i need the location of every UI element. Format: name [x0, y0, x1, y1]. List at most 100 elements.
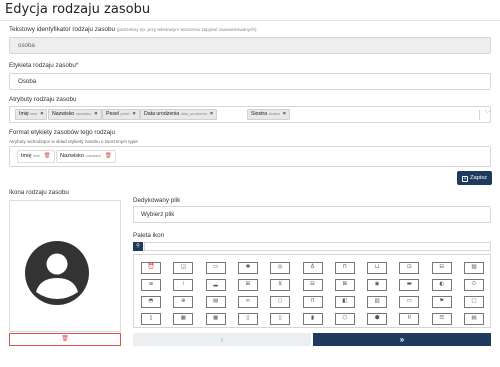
text-icon: ≡	[148, 281, 154, 288]
rectangle-icon: ▭	[212, 264, 219, 271]
calendar-icon: ▦	[212, 315, 219, 322]
storefront-icon: ⊓	[310, 298, 315, 305]
palette-cell-image-icon[interactable]: ▨	[464, 262, 484, 274]
printer-icon: ⊕	[180, 298, 186, 305]
chart-bars-icon: ▂	[213, 281, 218, 288]
palette-cell-battery-icon[interactable]: ▬	[399, 279, 420, 291]
palette-cell-eye-icon[interactable]: ◉	[367, 279, 388, 291]
search-icon[interactable]: ⚲	[133, 242, 143, 251]
palette-cell-monitor-icon[interactable]: ▢	[464, 296, 484, 308]
bracket-icon: ⌷	[407, 315, 412, 322]
palette-cell-layout-half-icon[interactable]: ◧	[334, 296, 355, 308]
pill-icon: ⬭	[471, 281, 477, 288]
prev-page-button[interactable]: ‹	[133, 333, 311, 346]
cart-icon: ⊻	[278, 281, 283, 288]
palette-cell-clipboard-icon[interactable]: ⊟	[431, 262, 452, 274]
palette-cell-shopping-bag-icon[interactable]: ⊓	[334, 262, 355, 274]
identifier-input[interactable]: osoba	[9, 37, 491, 54]
palette-cell-server-icon[interactable]: ▥	[367, 296, 388, 308]
lightbulb-icon: ♁	[310, 264, 315, 271]
palette-cell-film-icon[interactable]: ▦	[173, 313, 194, 325]
layout-half-icon: ◧	[342, 298, 348, 305]
palette-cell-lightbulb-icon[interactable]: ♁	[302, 262, 323, 274]
palette-cell-grid-icon[interactable]: ⊞	[237, 279, 258, 291]
palette-cell-alarm-clock-icon[interactable]: ⏰	[141, 262, 161, 274]
palette-cell-edit-square-icon[interactable]: ◲	[173, 262, 194, 274]
card-icon: ▭	[406, 298, 412, 305]
palette-cell-chart-bars-icon[interactable]: ▂	[205, 279, 226, 291]
header-divider	[0, 20, 500, 21]
palette-cell-printer-icon[interactable]: ⊕	[173, 296, 194, 308]
eye-icon: ◉	[374, 281, 380, 288]
attribute-tag-pesel: Pesel pesel ×	[102, 109, 140, 120]
palette-cell-sim-card-icon[interactable]: ▮	[302, 313, 323, 325]
attributes-multiselect[interactable]: Imię imie × Nazwisko nazwisko × Pesel pese…	[9, 106, 491, 123]
delete-icon-button[interactable]: 🗑	[9, 333, 121, 346]
remove-tag-icon[interactable]: ×	[283, 111, 286, 117]
palette-cell-lock-icon[interactable]: ⊡	[399, 262, 420, 274]
flag-icon: ⚑	[439, 298, 445, 305]
format-tag-nazwisko[interactable]: Nazwisko nazwisko 🗑	[56, 150, 116, 163]
identifier-hint: (potrzebny np. przy tekstowym tworzeniu …	[116, 27, 257, 32]
stack-icon: ☰	[439, 315, 445, 322]
palette-search-input[interactable]	[144, 242, 491, 251]
palette-cell-cash-icon[interactable]: ⊠	[334, 279, 355, 291]
palette-cell-book-icon[interactable]: ▯	[237, 313, 258, 325]
palette-cell-phone-icon[interactable]: ▯	[270, 313, 291, 325]
palette-cell-card-icon[interactable]: ▭	[399, 296, 420, 308]
page-title: Edycja rodzaju zasobu	[5, 2, 151, 17]
trash-icon[interactable]: 🗑	[105, 153, 112, 159]
display-label-input[interactable]: Osoba	[9, 73, 491, 90]
palette-cell-building-icon[interactable]: ▤	[205, 296, 226, 308]
save-button-label: Zapisz	[469, 175, 488, 181]
palette-cell-gamepad-icon[interactable]: ◓	[141, 296, 161, 308]
palette-cell-signal-icon[interactable]: ⁞	[173, 279, 194, 291]
remove-tag-icon[interactable]: ×	[210, 111, 213, 117]
palette-cell-briefcase-icon[interactable]: ⊟	[302, 279, 323, 291]
palette-cell-calendar-icon[interactable]: ▦	[205, 313, 226, 325]
battery-icon: ▬	[406, 281, 412, 288]
box-icon: ⬢	[374, 315, 380, 322]
attribute-tag-siostra: Siostra siostra ×	[247, 109, 291, 120]
remove-tag-icon[interactable]: ×	[133, 111, 136, 117]
remove-tag-icon[interactable]: ×	[40, 111, 43, 117]
palette-cell-bracket-icon[interactable]: ⌷	[399, 313, 420, 325]
palette-cell-stack-icon[interactable]: ☰	[431, 313, 452, 325]
palette-cell-box-icon[interactable]: ⬢	[367, 313, 388, 325]
attributes-label: Atrybuty rodzaju zasobu	[9, 96, 77, 103]
palette-cell-ring-icon[interactable]: ○	[270, 296, 291, 308]
trash-icon: 🗑	[61, 336, 69, 342]
palette-cell-target-icon[interactable]: ◎	[270, 262, 291, 274]
format-label: Format etykiety zasobów tego rodzaju	[9, 129, 116, 136]
palette-cell-text-icon[interactable]: ≡	[141, 279, 161, 291]
palette-cell-cart-icon[interactable]: ⊻	[270, 279, 291, 291]
attribute-tag-nazwisko: Nazwisko nazwisko ×	[48, 109, 102, 120]
palette-cell-cube-icon[interactable]: ⬡	[334, 313, 355, 325]
palette-cell-storefront-icon[interactable]: ⊓	[302, 296, 323, 308]
format-tag-area[interactable]: Imię imie 🗑 Nazwisko nazwisko 🗑	[9, 146, 491, 167]
next-page-button[interactable]: »	[313, 333, 491, 346]
identifier-label: Tekstowy identyfikator rodzaju zasobu (p…	[9, 26, 257, 33]
save-button[interactable]: + Zapisz	[457, 171, 492, 185]
attribute-tag-data-urodzenia: Data urodzenia data_urodzenia ×	[140, 109, 218, 120]
server-icon: ▥	[374, 298, 380, 305]
palette-cell-document-icon[interactable]: ▯	[141, 313, 161, 325]
format-hint: Atrybuty wchodzące w skład etykiety zaso…	[9, 139, 138, 144]
palette-label: Paleta ikon	[133, 232, 165, 239]
palette-cell-pill-icon[interactable]: ⬭	[464, 279, 484, 291]
trash-icon[interactable]: 🗑	[44, 153, 51, 159]
palette-cell-rectangle-icon[interactable]: ▭	[205, 262, 226, 274]
choose-file-button[interactable]: Wybierz plik	[133, 206, 491, 223]
palette-cell-asterisk-icon[interactable]: ✱	[237, 262, 258, 274]
chevron-down-icon[interactable]: ⌵	[485, 108, 490, 116]
palette-cell-toggle-icon[interactable]: ◐	[431, 279, 452, 291]
palette-cell-binoculars-icon[interactable]: ∞	[237, 296, 258, 308]
palette-cell-basket-icon[interactable]: ⊔	[367, 262, 388, 274]
format-tag-imie[interactable]: Imię imie 🗑	[17, 150, 55, 163]
gamepad-icon: ◓	[148, 298, 154, 305]
monitor-icon: ▢	[471, 298, 477, 305]
remove-tag-icon[interactable]: ×	[94, 111, 97, 117]
palette-cell-table-icon[interactable]: ▤	[464, 313, 484, 325]
palette-cell-flag-icon[interactable]: ⚑	[431, 296, 452, 308]
cash-icon: ⊠	[342, 281, 348, 288]
